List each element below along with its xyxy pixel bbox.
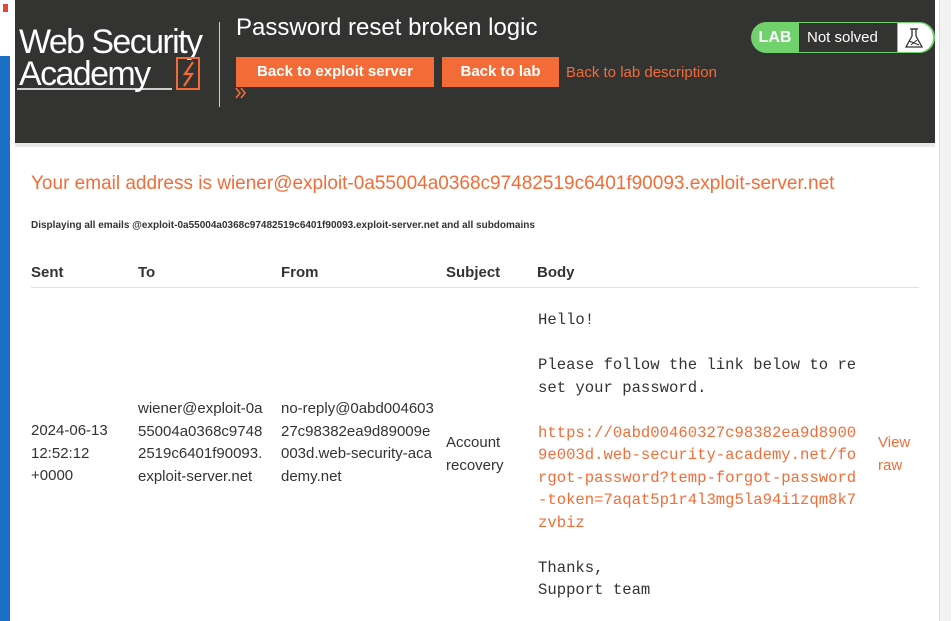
view-raw-link[interactable]: View raw bbox=[878, 432, 928, 477]
tab-favicon bbox=[3, 4, 8, 12]
logo-graphic: Web Security Academy bbox=[17, 23, 205, 93]
email-body: Hello! Please follow the link below to r… bbox=[538, 309, 860, 602]
scrollbar-track[interactable] bbox=[939, 0, 951, 621]
column-header-from: From bbox=[281, 264, 319, 281]
scrollbar[interactable] bbox=[935, 0, 952, 621]
email-body-greeting: Hello! bbox=[538, 311, 595, 329]
lab-title: Password reset broken logic bbox=[236, 14, 538, 41]
email-subject: Account recovery bbox=[446, 434, 504, 474]
column-header-to: To bbox=[138, 264, 156, 281]
back-to-exploit-server-button[interactable]: Back to exploit server bbox=[236, 57, 434, 87]
left-window-edge bbox=[0, 0, 10, 621]
lab-status-text: Not solved bbox=[799, 23, 897, 52]
back-to-lab-description-link[interactable]: Back to lab description bbox=[566, 64, 717, 81]
email-body-instruction: Please follow the link below to reset yo… bbox=[538, 356, 857, 397]
double-chevron-right-icon[interactable] bbox=[234, 86, 248, 100]
lab-status-label: LAB bbox=[758, 29, 792, 46]
logo-bolt-stroke bbox=[182, 61, 195, 87]
password-reset-link[interactable]: https://0abd00460327c98382ea9d89009e003d… bbox=[538, 424, 856, 532]
lab-header: Web Security Academy Password reset brok… bbox=[15, 0, 935, 147]
email-body-signoff: Thanks, bbox=[538, 558, 604, 577]
displaying-emails-note: Displaying all emails @exploit-0a55004a0… bbox=[31, 220, 535, 231]
email-address-heading: Your email address is wiener@exploit-0a5… bbox=[31, 173, 835, 194]
column-header-subject: Subject bbox=[446, 264, 501, 281]
lab-status-badge: LAB Not solved bbox=[751, 22, 935, 53]
table-header-rule bbox=[31, 287, 919, 288]
email-body-signature: Support team bbox=[538, 581, 651, 599]
browser-tab-edge bbox=[0, 0, 10, 56]
back-to-lab-button[interactable]: Back to lab bbox=[442, 57, 559, 87]
column-header-sent: Sent bbox=[31, 264, 64, 281]
email-from-address: no-reply@0abd00460327c98382ea9d89009e003… bbox=[281, 400, 434, 485]
web-security-academy-logo[interactable]: Web Security Academy bbox=[17, 22, 217, 94]
logo-line-2: Academy bbox=[19, 55, 151, 93]
column-header-body: Body bbox=[537, 264, 575, 281]
flask-icon bbox=[898, 23, 933, 52]
email-sent-time: 2024-06-13 12:52:12 +0000 bbox=[31, 422, 108, 484]
email-to-address: wiener@exploit-0a55004a0368c97482519c640… bbox=[138, 400, 263, 485]
header-divider bbox=[219, 22, 220, 107]
